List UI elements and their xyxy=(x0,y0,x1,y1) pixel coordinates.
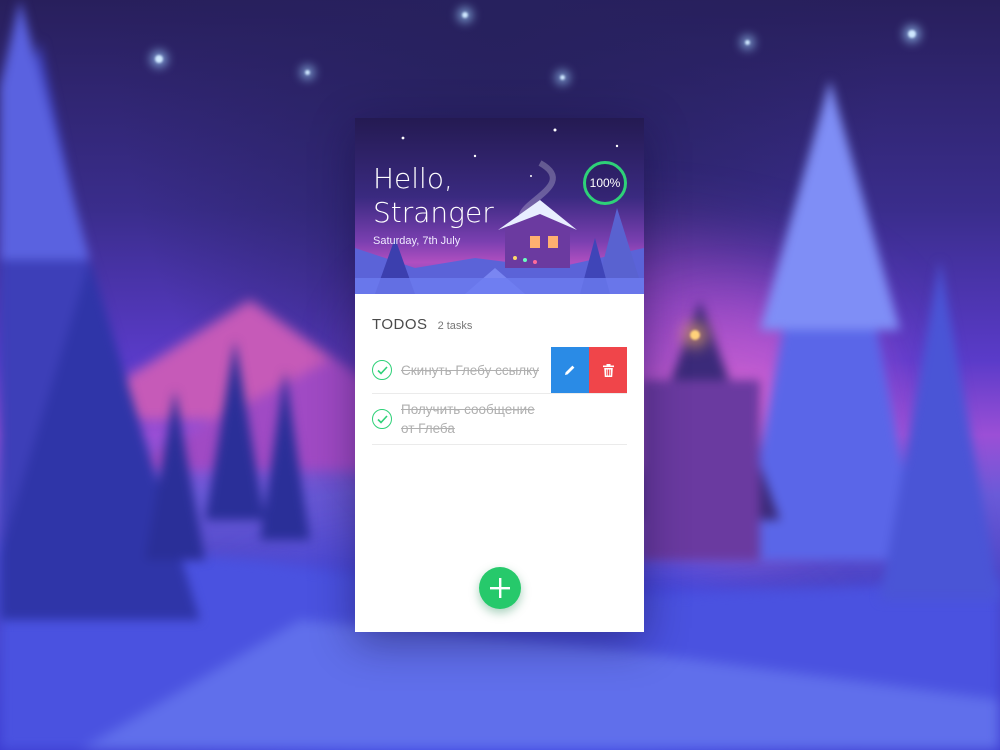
todo-list-header: TODOS 2 tasks xyxy=(372,316,627,333)
todo-item-text: Скинуть Глебу ссылку xyxy=(401,362,539,378)
check-icon[interactable] xyxy=(372,409,392,429)
todo-card: Hello, Stranger Saturday, 7th July 100% … xyxy=(355,118,644,632)
check-icon[interactable] xyxy=(372,360,392,380)
todo-item-actions xyxy=(551,347,627,393)
todo-list-section: TODOS 2 tasks Скинуть Глебу ссылку Получ… xyxy=(355,294,644,445)
todo-item-text: Получить сообщение от Глеба xyxy=(401,402,535,436)
todo-item[interactable]: Скинуть Глебу ссылку xyxy=(372,347,627,394)
plus-icon xyxy=(490,578,510,598)
greeting-line-1: Hello, xyxy=(373,162,453,195)
edit-button[interactable] xyxy=(551,347,589,393)
date-label: Saturday, 7th July xyxy=(373,235,461,247)
hero-header: Hello, Stranger Saturday, 7th July 100% xyxy=(355,118,644,294)
delete-button[interactable] xyxy=(589,347,627,393)
todos-title: TODOS xyxy=(372,316,428,333)
trash-icon xyxy=(602,363,614,377)
greeting-line-2: Stranger xyxy=(373,196,494,229)
pencil-icon xyxy=(565,365,575,375)
todo-item[interactable]: Получить сообщение от Глеба xyxy=(372,394,627,445)
task-count: 2 tasks xyxy=(437,320,473,332)
progress-ring: 100% xyxy=(583,161,627,205)
greeting-text: Hello, Stranger xyxy=(373,162,494,230)
progress-value: 100% xyxy=(589,176,621,190)
add-todo-button[interactable] xyxy=(479,567,521,609)
